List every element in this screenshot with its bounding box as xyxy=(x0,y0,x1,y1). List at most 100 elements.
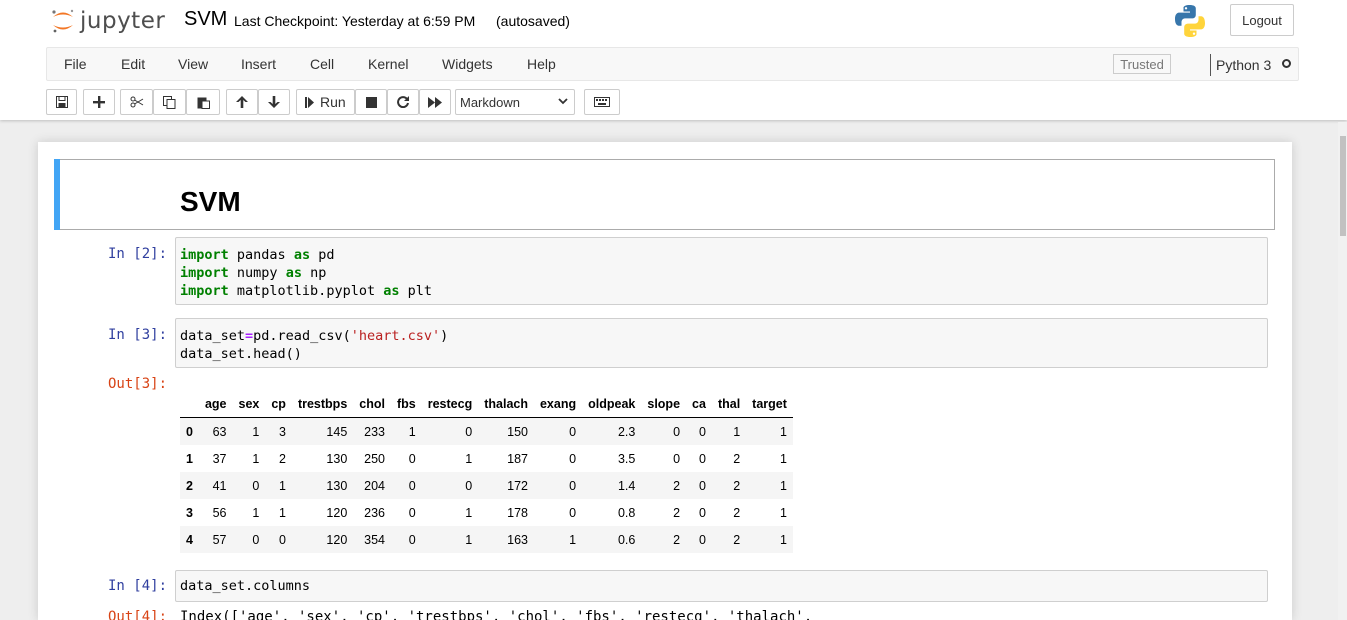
jupyter-logo[interactable]: jupyter xyxy=(50,6,165,36)
table-cell: 0 xyxy=(569,505,577,520)
table-cell: 1 xyxy=(279,505,286,520)
table-cell: 1.4 xyxy=(617,478,636,493)
table-cell: 0 xyxy=(252,532,260,547)
cell-type-value: Markdown xyxy=(460,94,520,110)
table-cell: 3 xyxy=(279,424,286,439)
table-cell: 0 xyxy=(408,478,416,493)
paste-button[interactable] xyxy=(186,89,220,115)
menu-file[interactable]: File xyxy=(64,56,87,72)
menu-widgets[interactable]: Widgets xyxy=(442,56,493,72)
kernel-divider xyxy=(1210,54,1211,76)
cut-button[interactable] xyxy=(120,89,153,115)
input-prompt-4: In [4]: xyxy=(108,578,168,594)
chevron-down-icon xyxy=(558,98,568,105)
interrupt-button[interactable] xyxy=(355,89,387,115)
table-cell: 63 xyxy=(212,424,227,439)
kernel-name[interactable]: Python 3 xyxy=(1216,57,1271,73)
markdown-cell-selected[interactable]: SVM xyxy=(54,159,1275,230)
code-cell-columns[interactable]: data_set.columns xyxy=(175,570,1268,602)
table-cell: 0 xyxy=(408,505,416,520)
table-cell: 1 xyxy=(779,532,787,547)
dataframe-row: 2 41 0 1 130 204 0 0 172 0 1.4 2 0 2 1 xyxy=(180,472,793,499)
table-cell: 1 xyxy=(465,532,473,547)
trusted-indicator[interactable]: Trusted xyxy=(1113,54,1171,74)
input-prompt-3: In [3]: xyxy=(108,327,168,343)
copy-icon xyxy=(163,95,176,109)
insert-cell-button[interactable] xyxy=(83,89,115,115)
table-cell: 41 xyxy=(212,478,227,493)
scrollbar-thumb[interactable] xyxy=(1340,136,1346,236)
table-cell: 2 xyxy=(673,532,681,547)
table-cell: 0 xyxy=(698,451,706,466)
run-icon xyxy=(305,96,314,108)
table-cell: 1 xyxy=(779,451,787,466)
row-index: 2 xyxy=(186,478,193,493)
table-cell: 354 xyxy=(364,532,385,547)
python-logo-icon xyxy=(1175,5,1205,37)
code-line: import matplotlib.pyplot as plt xyxy=(180,282,1263,300)
menu-kernel[interactable]: Kernel xyxy=(368,56,408,72)
menu-insert[interactable]: Insert xyxy=(241,56,276,72)
row-index: 3 xyxy=(186,505,193,520)
code-line: data_set.head() xyxy=(180,346,302,362)
restart-icon xyxy=(397,96,409,108)
table-cell: 130 xyxy=(326,451,348,466)
table-cell: 145 xyxy=(326,424,348,439)
restart-button[interactable] xyxy=(387,89,419,115)
table-cell: 0 xyxy=(673,451,681,466)
cell-type-select[interactable]: Markdown xyxy=(455,89,575,115)
copy-button[interactable] xyxy=(153,89,186,115)
code-text: ) xyxy=(440,328,449,344)
table-cell: 2 xyxy=(733,478,741,493)
cut-icon xyxy=(130,96,143,108)
table-cell: 0 xyxy=(408,451,416,466)
code-operator: = xyxy=(245,328,254,344)
code-keyword: as xyxy=(285,265,302,281)
column-header: trestbps xyxy=(291,391,354,418)
column-header: oldpeak xyxy=(582,391,642,418)
code-line: import numpy as np xyxy=(180,264,1263,282)
table-cell: 2 xyxy=(733,532,741,547)
logout-button[interactable]: Logout xyxy=(1230,4,1294,36)
column-header: exang xyxy=(533,391,583,418)
notebook-name[interactable]: SVM xyxy=(184,8,227,31)
menu-view[interactable]: View xyxy=(178,56,208,72)
table-cell: 236 xyxy=(364,505,385,520)
table-cell: 2 xyxy=(279,451,286,466)
menubar: File Edit View Insert Cell Kernel Widget… xyxy=(46,47,1299,81)
save-button[interactable] xyxy=(46,89,77,115)
paste-icon xyxy=(197,97,210,109)
add-cell-icon xyxy=(93,96,105,108)
selected-cell-indicator xyxy=(54,159,60,230)
column-header: slope xyxy=(641,391,687,418)
table-cell: 2 xyxy=(673,478,681,493)
column-header: target xyxy=(746,391,793,418)
table-cell: 0 xyxy=(698,478,706,493)
table-cell: 57 xyxy=(212,532,227,547)
table-cell: 0 xyxy=(673,424,681,439)
output-text-4: Index(['age', 'sex', 'cp', 'trestbps', '… xyxy=(180,609,813,620)
notebook-heading: SVM xyxy=(180,186,241,217)
move-up-icon xyxy=(236,96,248,108)
code-cell-read-csv[interactable]: data_set=pd.read_csv('heart.csv') data_se… xyxy=(175,318,1268,368)
table-cell: 1 xyxy=(279,478,286,493)
move-up-button[interactable] xyxy=(226,89,258,115)
code-cell-imports[interactable]: import pandas as pd import numpy as np imp… xyxy=(175,237,1268,305)
code-keyword: as xyxy=(293,247,311,263)
table-cell: 178 xyxy=(507,505,528,520)
table-cell: 120 xyxy=(326,532,348,547)
restart-run-all-button[interactable] xyxy=(419,89,451,115)
code-text: data_set xyxy=(180,328,246,344)
table-cell: 1 xyxy=(252,505,260,520)
column-header: ca xyxy=(686,391,712,418)
menu-edit[interactable]: Edit xyxy=(121,56,145,72)
table-cell: 0 xyxy=(569,478,577,493)
menu-cell[interactable]: Cell xyxy=(310,56,334,72)
checkpoint-status: Last Checkpoint: Yesterday at 6:59 PM xyxy=(234,13,476,29)
vertical-scrollbar[interactable] xyxy=(1338,122,1347,620)
menu-help[interactable]: Help xyxy=(527,56,556,72)
command-palette-button[interactable] xyxy=(584,89,620,115)
move-down-button[interactable] xyxy=(258,89,290,115)
code-text: np xyxy=(301,265,327,281)
run-button[interactable]: Run xyxy=(296,89,355,115)
